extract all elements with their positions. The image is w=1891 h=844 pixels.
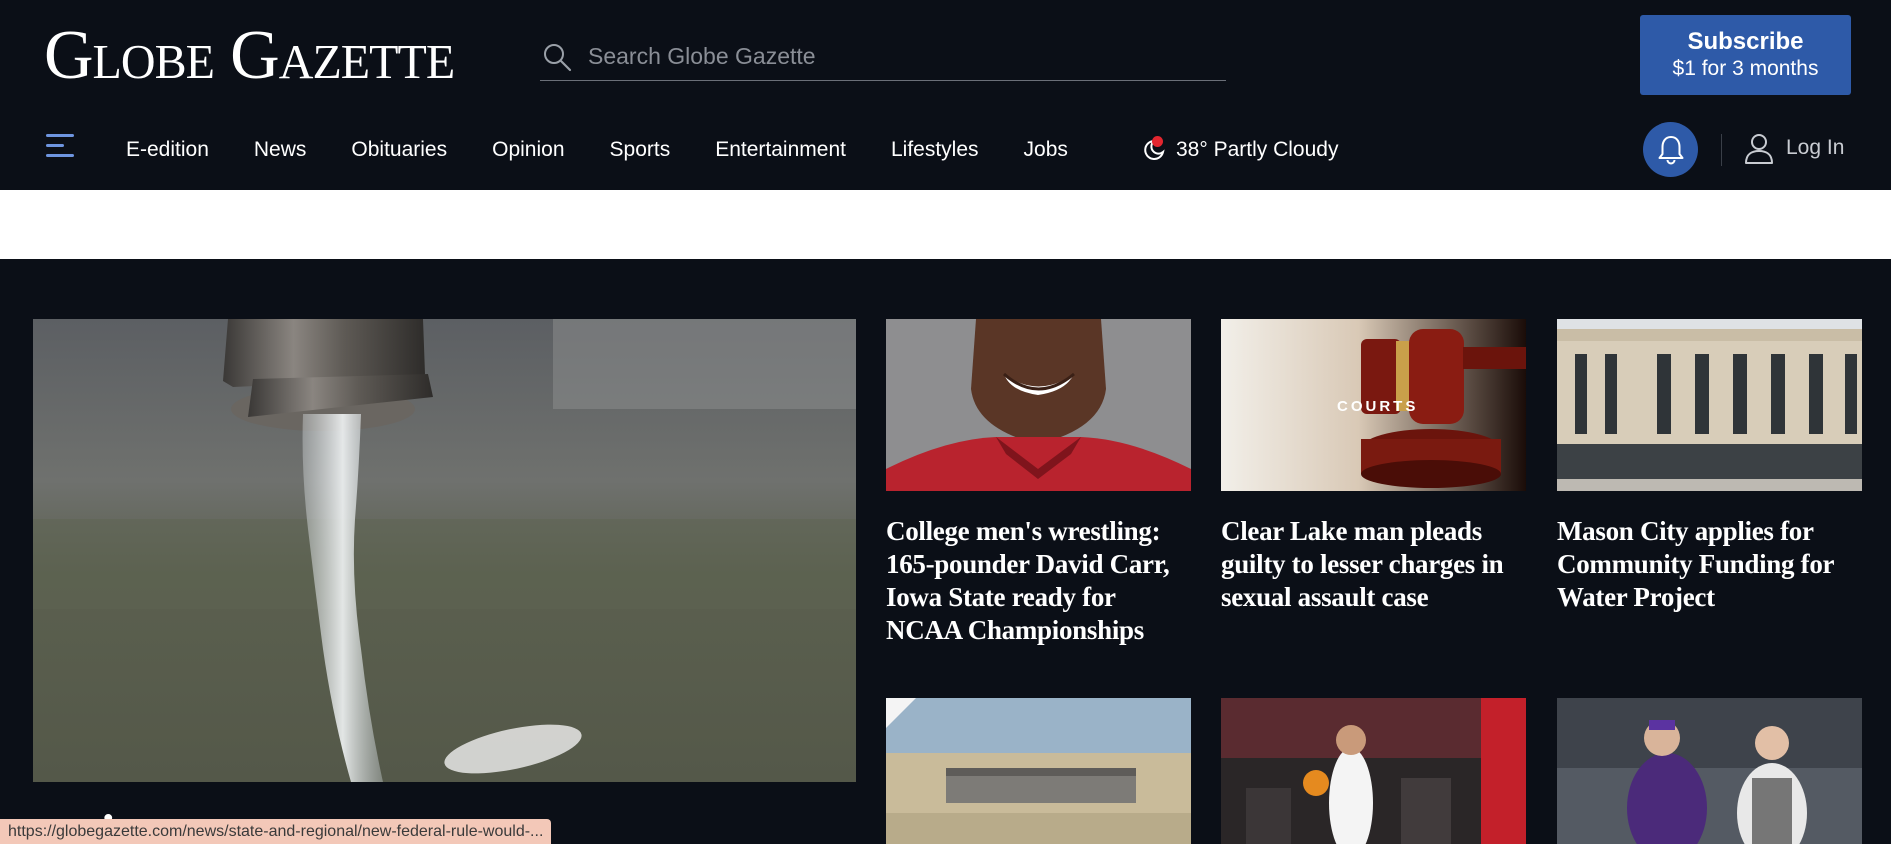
story-card[interactable]: COURTS Clear Lake man pleads guilty to l… bbox=[1221, 319, 1526, 614]
story-image[interactable] bbox=[886, 698, 1191, 844]
story-image[interactable] bbox=[1557, 698, 1862, 844]
search-input[interactable] bbox=[588, 43, 1188, 70]
story-title[interactable]: Mason City applies for Community Funding… bbox=[1557, 515, 1862, 614]
login-label: Log In bbox=[1786, 136, 1845, 159]
nav-item-lifestyles[interactable]: Lifestyles bbox=[891, 138, 979, 162]
story-image[interactable] bbox=[1557, 319, 1862, 491]
courts-label: COURTS bbox=[1337, 398, 1418, 415]
moon-icon bbox=[1140, 136, 1168, 164]
main-nav: E-edition News Obituaries Opinion Sports… bbox=[0, 110, 1891, 190]
weather-widget[interactable]: 38° Partly Cloudy bbox=[1140, 136, 1338, 164]
subscribe-offer: $1 for 3 months bbox=[1672, 57, 1819, 80]
site-logo[interactable]: Globe Gazette bbox=[44, 20, 455, 92]
story-card[interactable]: College men's wrestling: 165-pounder Dav… bbox=[886, 319, 1191, 647]
story-card[interactable] bbox=[1221, 698, 1526, 844]
weather-text: 38° Partly Cloudy bbox=[1176, 138, 1339, 161]
story-card[interactable]: Mason City applies for Community Funding… bbox=[1557, 319, 1862, 614]
login-button[interactable]: Log In bbox=[1744, 132, 1844, 164]
user-icon bbox=[1745, 134, 1773, 164]
search-bar[interactable] bbox=[540, 33, 1226, 81]
subscribe-label: Subscribe bbox=[1687, 28, 1804, 55]
nav-item-obituaries[interactable]: Obituaries bbox=[351, 138, 447, 162]
link-status-bar: https://globegazette.com/news/state-and-… bbox=[0, 819, 552, 844]
nav-item-sports[interactable]: Sports bbox=[610, 138, 671, 162]
story-title[interactable]: College men's wrestling: 165-pounder Dav… bbox=[886, 515, 1191, 647]
lead-story-image[interactable] bbox=[33, 319, 856, 782]
story-image[interactable]: COURTS bbox=[1221, 319, 1526, 491]
nav-divider bbox=[1721, 134, 1722, 166]
nav-item-news[interactable]: News bbox=[254, 138, 307, 162]
site-header: Globe Gazette Subscribe $1 for 3 months bbox=[0, 0, 1891, 110]
nav-item-jobs[interactable]: Jobs bbox=[1024, 138, 1068, 162]
notifications-button[interactable] bbox=[1643, 122, 1698, 177]
story-image[interactable] bbox=[1221, 698, 1526, 844]
story-title[interactable]: Clear Lake man pleads guilty to lesser c… bbox=[1221, 515, 1526, 614]
alert-dot bbox=[1152, 136, 1163, 147]
menu-icon[interactable] bbox=[46, 134, 74, 160]
story-image[interactable] bbox=[886, 319, 1191, 491]
nav-item-e-edition[interactable]: E-edition bbox=[126, 138, 209, 162]
subscribe-button[interactable]: Subscribe $1 for 3 months bbox=[1640, 15, 1851, 95]
bell-icon bbox=[1658, 135, 1683, 164]
story-card[interactable] bbox=[886, 698, 1191, 844]
nav-item-entertainment[interactable]: Entertainment bbox=[715, 138, 846, 162]
ad-banner bbox=[0, 190, 1891, 259]
search-icon bbox=[544, 43, 572, 71]
story-card[interactable] bbox=[1557, 698, 1862, 844]
nav-item-opinion[interactable]: Opinion bbox=[492, 138, 564, 162]
nav-links: E-edition News Obituaries Opinion Sports… bbox=[126, 138, 1113, 162]
